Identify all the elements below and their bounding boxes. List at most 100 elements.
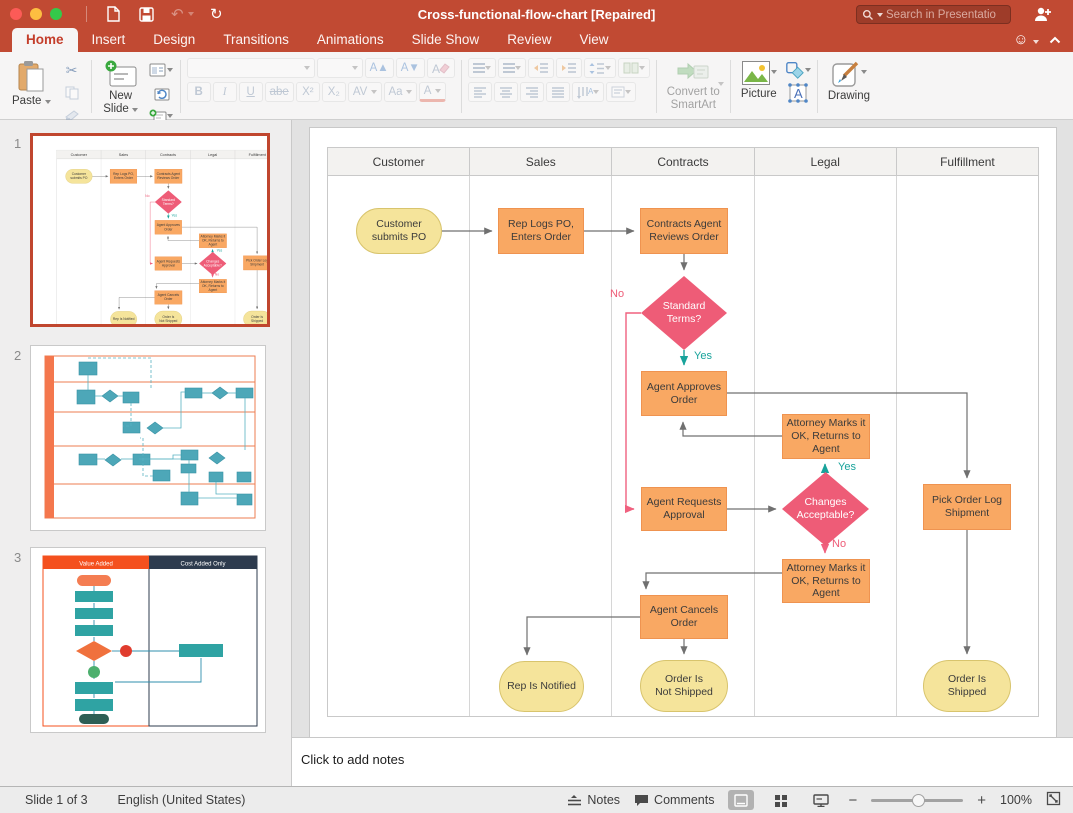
tab-design[interactable]: Design <box>139 28 209 52</box>
convert-to-smartart-button[interactable]: Convert to SmartArt <box>663 58 724 118</box>
cut-icon[interactable]: ✂ <box>59 61 85 79</box>
slideshow-view-button[interactable] <box>808 790 834 810</box>
italic-button[interactable]: I <box>213 82 237 102</box>
subscript-button[interactable]: X₂ <box>322 82 346 102</box>
flow-node-customer-submits-po[interactable]: Customer submits PO <box>356 208 442 254</box>
text-box-icon[interactable]: A <box>785 84 811 102</box>
flow-node-order-is-not-shipped[interactable]: Order Is Not Shipped <box>640 660 728 712</box>
flow-node-agent-cancels-order[interactable]: Agent Cancels Order <box>640 595 728 639</box>
lane-header-customer[interactable]: Customer <box>328 148 470 175</box>
bullets-button[interactable] <box>468 58 496 78</box>
font-name-select[interactable] <box>187 58 315 78</box>
thumb1-flow-node-pick-order-log-shipment: Pick Order Log Shipment <box>243 256 267 270</box>
slideshow-icon <box>813 794 829 807</box>
drawing-button[interactable]: Drawing <box>824 58 874 105</box>
flow-node-rep-is-notified[interactable]: Rep Is Notified <box>499 661 584 712</box>
paste-button[interactable]: Paste <box>8 58 55 110</box>
tab-review[interactable]: Review <box>493 28 565 52</box>
zoom-slider-knob[interactable] <box>912 794 925 807</box>
new-slide-button[interactable]: New Slide <box>98 58 144 118</box>
zoom-slider[interactable] <box>871 799 963 802</box>
notes-toggle-button[interactable]: Notes <box>567 793 620 807</box>
font-size-select[interactable] <box>317 58 363 78</box>
search-box[interactable] <box>856 5 1011 24</box>
align-right-icon[interactable] <box>520 82 544 102</box>
lane-header-legal[interactable]: Legal <box>755 148 897 175</box>
align-left-icon[interactable] <box>468 82 492 102</box>
notes-pane[interactable]: Click to add notes <box>292 737 1073 786</box>
flow-node-pick-order-log-shipment[interactable]: Pick Order Log Shipment <box>923 484 1011 530</box>
close-button[interactable] <box>10 8 22 20</box>
collapse-ribbon-icon[interactable] <box>1049 36 1061 44</box>
slide-canvas[interactable]: Customer Sales Contracts Legal Fulfillme… <box>310 128 1056 737</box>
flow-node-order-is-shipped[interactable]: Order Is Shipped <box>923 660 1011 712</box>
reset-slide-icon[interactable] <box>148 84 174 102</box>
flow-node-agent-requests-approval[interactable]: Agent Requests Approval <box>641 487 727 531</box>
line-spacing-button[interactable] <box>584 58 616 78</box>
change-case-button[interactable]: Aa <box>384 82 417 102</box>
thumb1-flow-node-rep-is-notified: Rep Is Notified <box>110 311 137 324</box>
flow-node-attorney-marks-ok-1[interactable]: Attorney Marks it OK, Returns to Agent <box>782 414 870 459</box>
shrink-font-button[interactable]: A▼ <box>396 58 425 78</box>
zoom-in-button[interactable]: + <box>977 792 986 809</box>
lane-header-fulfillment[interactable]: Fulfillment <box>897 148 1038 175</box>
lane-header-sales[interactable]: Sales <box>470 148 612 175</box>
tab-slide-show[interactable]: Slide Show <box>398 28 494 52</box>
new-document-icon[interactable] <box>105 5 122 23</box>
text-direction-button[interactable]: A <box>572 82 604 102</box>
zoom-out-button[interactable]: − <box>848 792 857 809</box>
undo-icon[interactable]: ↶ <box>171 5 194 23</box>
tab-transitions[interactable]: Transitions <box>209 28 303 52</box>
minimize-button[interactable] <box>30 8 42 20</box>
picture-icon <box>741 60 771 86</box>
underline-button[interactable]: U <box>239 82 263 102</box>
align-center-icon[interactable] <box>494 82 518 102</box>
thumbnail-number: 3 <box>14 550 21 565</box>
fit-slide-button[interactable] <box>1046 791 1061 809</box>
flow-node-attorney-marks-ok-2[interactable]: Attorney Marks it OK, Returns to Agent <box>782 559 870 603</box>
save-icon[interactable] <box>138 6 155 23</box>
share-add-person-icon[interactable] <box>1033 6 1053 22</box>
zoom-percentage[interactable]: 100% <box>1000 793 1032 807</box>
copy-icon[interactable] <box>59 84 85 102</box>
decrease-indent-icon[interactable] <box>528 58 554 78</box>
flow-node-agent-approves-order[interactable]: Agent Approves Order <box>641 371 727 416</box>
tab-animations[interactable]: Animations <box>303 28 398 52</box>
thumb1-lane-header-contracts: Contracts <box>146 150 191 158</box>
flow-node-rep-logs-po[interactable]: Rep Logs PO, Enters Order <box>498 208 584 254</box>
increase-indent-icon[interactable] <box>556 58 582 78</box>
zoom-window-button[interactable] <box>50 8 62 20</box>
tab-view[interactable]: View <box>565 28 622 52</box>
lane-header-contracts[interactable]: Contracts <box>612 148 754 175</box>
numbering-button[interactable] <box>498 58 526 78</box>
bold-button[interactable]: B <box>187 82 211 102</box>
edge-label-standard-yes: Yes <box>694 350 712 362</box>
feedback-smiley-icon[interactable]: ☺ <box>1013 31 1039 49</box>
character-spacing-button[interactable]: AV <box>348 82 382 102</box>
tab-insert[interactable]: Insert <box>78 28 140 52</box>
slide-thumbnail-3[interactable]: Value Added Cost Added Only <box>30 547 266 733</box>
redo-icon[interactable]: ↻ <box>210 7 223 22</box>
comments-toggle-button[interactable]: Comments <box>634 793 714 807</box>
clear-formatting-icon[interactable]: A <box>427 58 455 78</box>
slide-thumbnail-1-selected[interactable]: Customer Sales Contracts Legal Fulfillme… <box>30 133 270 327</box>
shapes-icon[interactable] <box>785 61 811 79</box>
search-input[interactable] <box>886 9 996 21</box>
tab-home[interactable]: Home <box>12 28 78 52</box>
slide-sorter-view-button[interactable] <box>768 790 794 810</box>
normal-view-button[interactable] <box>728 790 754 810</box>
new-slide-icon <box>104 60 138 88</box>
slide-thumbnail-2[interactable] <box>30 345 266 531</box>
justify-icon[interactable] <box>546 82 570 102</box>
strikethrough-button[interactable]: abe <box>265 82 294 102</box>
superscript-button[interactable]: X² <box>296 82 320 102</box>
font-color-button[interactable]: A <box>419 82 446 102</box>
language-indicator[interactable]: English (United States) <box>118 793 246 807</box>
flow-node-contracts-agent-reviews-order[interactable]: Contracts Agent Reviews Order <box>640 208 728 254</box>
picture-button[interactable]: Picture <box>737 58 781 103</box>
columns-button[interactable] <box>618 58 650 78</box>
slide-layout-icon[interactable] <box>148 61 174 79</box>
grow-font-button[interactable]: A▲ <box>365 58 394 78</box>
edge-label-changes-no: No <box>832 538 846 550</box>
align-text-button[interactable] <box>606 82 636 102</box>
